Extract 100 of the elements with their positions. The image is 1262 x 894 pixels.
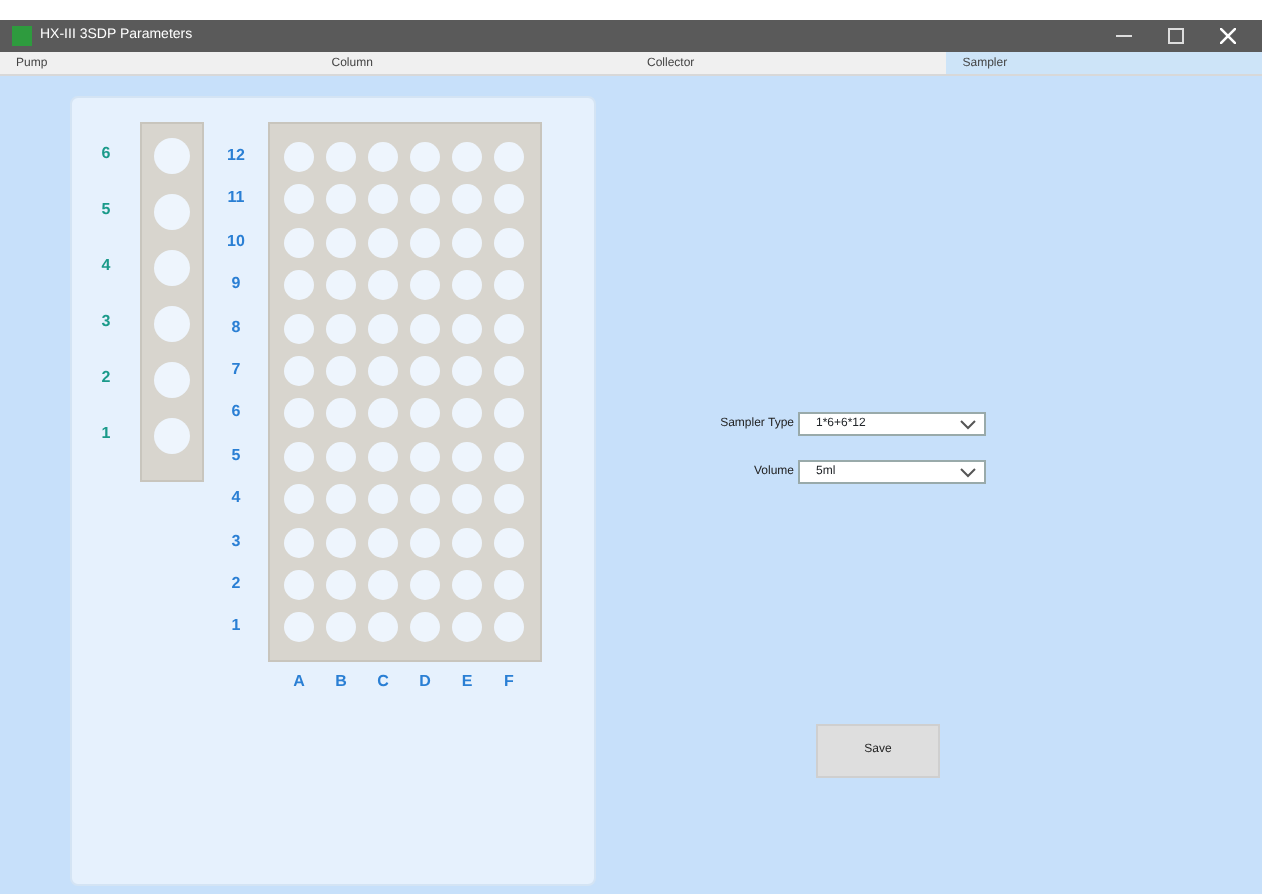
plate-well: [452, 441, 482, 472]
maximize-icon: [1168, 28, 1184, 45]
plate-well: [326, 527, 356, 558]
plate-well: [326, 355, 356, 386]
plate-column-label: B: [333, 670, 349, 694]
plate-row-label: 3: [229, 529, 243, 554]
plate-row-label: 5: [229, 443, 243, 468]
plate-well: [452, 227, 482, 258]
plate-well: [452, 313, 482, 344]
rack-position-label: 4: [99, 254, 113, 278]
tube-slot: [154, 418, 190, 454]
plate-well: [494, 484, 524, 515]
plate-well: [494, 527, 524, 558]
plate-well: [368, 313, 398, 344]
close-icon: [1220, 28, 1236, 45]
plate-well: [326, 270, 356, 301]
rack-position-label: 1: [99, 422, 113, 446]
plate-well: [410, 441, 440, 472]
plate-well: [494, 441, 524, 472]
plate-well: [452, 398, 482, 429]
plate-well: [452, 142, 482, 172]
plate-well: [410, 270, 440, 301]
plate-well: [494, 313, 524, 344]
plate-well: [494, 569, 524, 600]
plate-well: [284, 313, 314, 344]
plate-column-label: F: [502, 670, 516, 694]
rack-position-label: 5: [99, 198, 113, 222]
plate-row-label: 1: [229, 614, 243, 639]
plate-well: [410, 142, 440, 172]
rack-position-label: 2: [99, 366, 113, 390]
rack-position-label: 6: [99, 142, 113, 166]
plate-well: [368, 142, 398, 172]
plate-well: [368, 484, 398, 515]
plate-well: [284, 227, 314, 258]
plate-well: [410, 398, 440, 429]
plate-well: [326, 313, 356, 344]
chevron-icon: [960, 419, 976, 429]
plate-well: [326, 484, 356, 515]
plate-well: [284, 612, 314, 643]
plate-well: [326, 441, 356, 472]
plate-well: [368, 398, 398, 429]
plate-well: [452, 527, 482, 558]
plate-well: [326, 142, 356, 172]
plate-well: [284, 527, 314, 558]
plate-well: [284, 398, 314, 429]
plate-well: [452, 484, 482, 515]
plate-well: [494, 227, 524, 258]
plate-well: [284, 142, 314, 172]
plate-column-label: D: [417, 670, 433, 694]
plate-well: [410, 227, 440, 258]
plate-well: [410, 355, 440, 386]
rack-position-label: 3: [99, 310, 113, 334]
plate-row-label: 7: [229, 357, 243, 382]
plate-well: [326, 227, 356, 258]
plate-well: [410, 484, 440, 515]
plate-column-label: E: [459, 670, 475, 694]
plate-well: [368, 227, 398, 258]
plate-well: [284, 355, 314, 386]
tube-slot: [154, 194, 190, 230]
plate-well: [494, 355, 524, 386]
plate-well: [368, 270, 398, 301]
plate-well: [368, 527, 398, 558]
plate-well: [410, 184, 440, 215]
plate-well: [284, 270, 314, 301]
tube-slot: [154, 306, 190, 342]
plate-well: [326, 612, 356, 643]
plate-row-label: 9: [229, 272, 243, 297]
plate-well: [410, 569, 440, 600]
plate-well: [284, 441, 314, 472]
plate-well: [368, 569, 398, 600]
tube-slot: [154, 250, 190, 286]
plate-well: [452, 612, 482, 643]
plate-well: [284, 184, 314, 215]
plate-row-label: 8: [229, 315, 243, 340]
plate-well: [452, 270, 482, 301]
plate-row-label: 6: [229, 400, 243, 425]
plate-well: [452, 184, 482, 215]
plate-row-label: 10: [225, 229, 247, 254]
plate-well: [368, 441, 398, 472]
plate-column-label: C: [375, 670, 391, 694]
chevron-icon: [960, 467, 976, 477]
tube-slot: [154, 138, 190, 174]
plate-row-label: 11: [225, 186, 247, 211]
plate-well: [494, 142, 524, 172]
plate-well: [326, 184, 356, 215]
plate-well: [452, 355, 482, 386]
plate-well: [494, 398, 524, 429]
plate-well: [368, 612, 398, 643]
plate-well: [494, 612, 524, 643]
plate-well: [410, 527, 440, 558]
plate-well: [452, 569, 482, 600]
tube-slot: [154, 362, 190, 398]
plate-well: [410, 612, 440, 643]
plate-well: [368, 355, 398, 386]
plate-well: [368, 184, 398, 215]
plate-well: [326, 398, 356, 429]
plate-well: [494, 270, 524, 301]
plate-column-label: A: [291, 670, 307, 694]
app-icon: [12, 26, 32, 46]
plate-well: [494, 184, 524, 215]
